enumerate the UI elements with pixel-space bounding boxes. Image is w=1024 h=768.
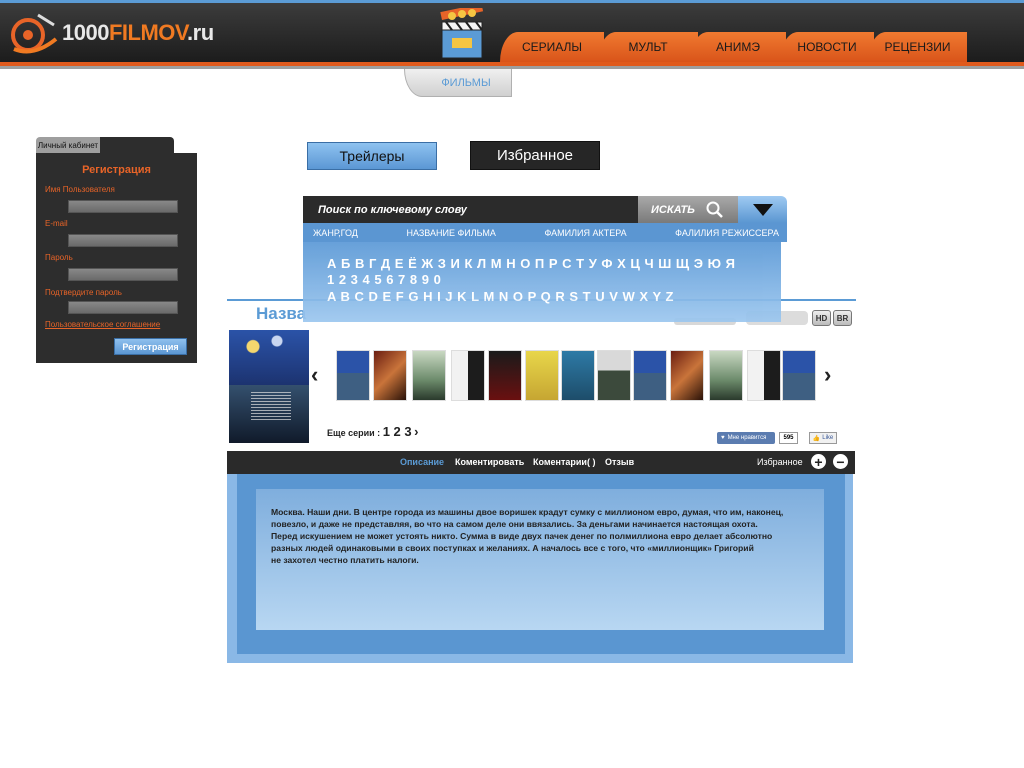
film-thumbnail[interactable] [412,350,446,401]
search-input[interactable]: Поиск по ключевому слову [303,196,638,223]
facebook-like-label: Like [822,435,834,441]
film-thumbnail[interactable] [451,350,485,401]
facebook-like-button[interactable]: 👍 Like [809,432,837,444]
email-label: E-mail [45,219,68,228]
tab-films[interactable]: ФИЛЬМЫ [404,69,512,97]
chevron-left-icon[interactable]: ‹ [311,362,318,388]
chevron-right-icon[interactable]: › [824,362,831,388]
favorites-label: Избранное [757,457,803,467]
more-series-pages[interactable]: 1 2 3 [383,424,412,439]
film-poster[interactable] [229,330,309,443]
filter-genre-year[interactable]: ЖАНР,ГОД [313,228,358,238]
quality-br-badge[interactable]: BR [833,310,852,326]
tab-comments[interactable]: Коментарии( ) [533,457,595,467]
film-thumbnail[interactable] [670,350,704,401]
username-label: Имя Пользователя [45,185,115,194]
plus-icon[interactable]: + [811,454,826,469]
nav-mult[interactable]: МУЛЬТ [598,32,698,62]
cabinet-tab[interactable]: Личный кабинет [36,137,100,153]
tab-description[interactable]: Описание [400,457,444,467]
triangle-down-icon [752,203,773,216]
film-thumbnail[interactable] [747,350,781,401]
film-thumbnail[interactable] [336,350,370,401]
film-thumbnail[interactable] [597,350,631,401]
film-thumbnail[interactable] [709,350,743,401]
nav-reviews[interactable]: РЕЦЕНЗИИ [868,32,967,62]
email-input[interactable] [68,234,178,247]
favorites-button[interactable]: Избранное [470,141,600,170]
confirm-password-input[interactable] [68,301,178,314]
heart-icon: ♥ [721,435,725,441]
nav-anime[interactable]: АНИМЭ [690,32,786,62]
like-label: Мне нравится [727,435,767,441]
search-button[interactable]: ИСКАТЬ [638,196,738,223]
poster-sky [229,330,309,385]
search-filters: ЖАНР,ГОД НАЗВАНИЕ ФИЛЬМА ФАМИЛИЯ АКТЕРА … [303,223,787,242]
more-series-label: Еще серии : [327,428,381,438]
search-dropdown-button[interactable] [738,196,787,223]
alphabet-cyrillic[interactable]: А Б В Г Д Е Ё Ж З И К Л М Н О П Р С Т У … [327,256,736,271]
film-title: Назва [256,304,307,323]
film-thumbnail[interactable] [525,350,559,401]
film-thumbnail[interactable] [633,350,667,401]
film-thumbnail[interactable] [488,350,522,401]
logo-text-brand: FILMOV [108,20,188,45]
password-input[interactable] [68,268,178,281]
description-text: Москва. Наши дни. В центре города из маш… [271,507,784,565]
filter-actor[interactable]: ФАМИЛИЯ АКТЕРА [544,228,626,238]
alphabet-digits[interactable]: 1 2 3 4 5 6 7 8 9 0 [327,272,441,287]
film-reel-logo-icon [8,9,60,57]
more-series-arrow[interactable]: › [414,424,418,439]
password-label: Пароль [45,253,73,262]
cabinet-tab-filler [100,137,174,153]
film-thumbnail[interactable] [373,350,407,401]
thumbs-up-icon: 👍 [812,435,821,442]
user-agreement-link[interactable]: Пользовательское соглашение [45,320,160,329]
search-button-label: ИСКАТЬ [651,203,695,216]
more-series: Еще серии : 1 2 3 › [327,424,418,439]
film-thumbnail[interactable] [782,350,816,401]
header-grey-stripe [0,66,1024,69]
confirm-password-label: Подтвердите пароль [45,288,122,297]
clapperboard-icon [438,3,492,60]
register-button[interactable]: Регистрация [114,338,187,355]
logo-text-number: 1000 [62,20,109,45]
logo-text: 1000FILMOV.ru [62,20,214,46]
alphabet-dropdown: А Б В Г Д Е Ё Ж З И К Л М Н О П Р С Т У … [303,242,781,322]
trailers-button[interactable]: Трейлеры [307,142,437,170]
magnifier-icon [706,201,723,218]
alphabet-latin[interactable]: A B C D E F G H I J K L M N O P Q R S T … [327,289,674,304]
like-count: 595 [779,432,798,444]
nav-serials[interactable]: СЕРИАЛЫ [500,32,604,62]
description-box: Москва. Наши дни. В центре города из маш… [256,489,824,630]
tab-review[interactable]: Отзыв [605,457,634,467]
logo-text-domain: .ru [187,20,214,45]
filter-film-title[interactable]: НАЗВАНИЕ ФИЛЬМА [406,228,495,238]
film-thumbnail[interactable] [561,350,595,401]
registration-title: Регистрация [82,164,151,176]
username-input[interactable] [68,200,178,213]
site-logo[interactable]: 1000FILMOV.ru [8,8,218,58]
quality-hd-badge[interactable]: HD [812,310,831,326]
like-button[interactable]: ♥ Мне нравится [717,432,775,444]
poster-credits [251,392,291,422]
filter-director[interactable]: ФАЛИЛИЯ РЕЖИССЕРА [675,228,779,238]
registration-panel: Регистрация Имя Пользователя E-mail Паро… [36,153,197,363]
minus-icon[interactable]: − [833,454,848,469]
tab-comment[interactable]: Коментировать [455,457,524,467]
nav-news[interactable]: НОВОСТИ [780,32,874,62]
